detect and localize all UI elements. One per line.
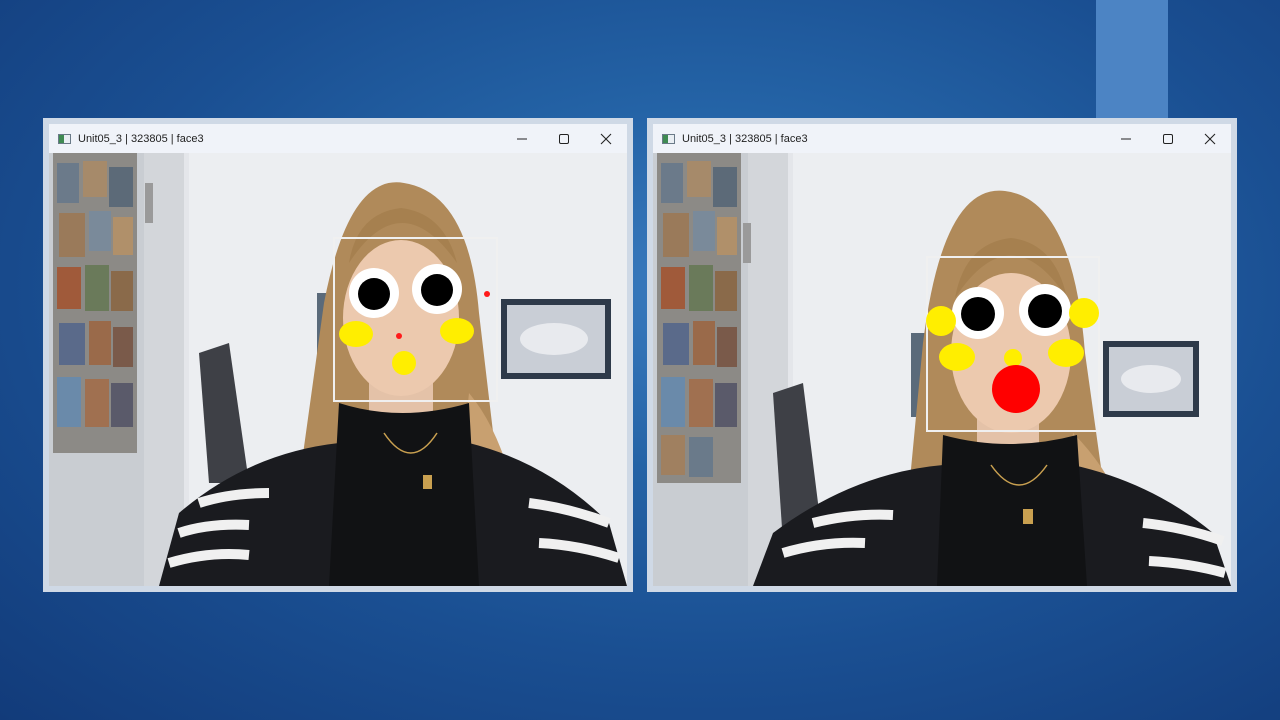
cheek-left — [939, 343, 975, 371]
camera-scene — [49, 153, 627, 586]
window-title: Unit05_3 | 323805 | face3 — [682, 132, 808, 145]
eye-right-pupil — [1028, 294, 1062, 328]
camera-feed — [49, 153, 627, 586]
close-icon — [600, 133, 612, 144]
maximize-button[interactable] — [543, 124, 585, 153]
camera-window-right: Unit05_3 | 323805 | face3 — [647, 118, 1237, 592]
eye-right-pupil — [421, 274, 453, 306]
camera-window-left: Unit05_3 | 323805 | face3 — [43, 118, 633, 592]
landmark-dot-center — [396, 333, 402, 339]
minimize-button[interactable] — [501, 124, 543, 153]
eye-left-pupil — [961, 297, 995, 331]
close-button[interactable] — [585, 124, 627, 153]
mouth-dot — [992, 365, 1040, 413]
minimize-button[interactable] — [1105, 124, 1147, 153]
camera-feed — [653, 153, 1231, 586]
cheek-left — [339, 321, 373, 347]
ear-left — [926, 306, 956, 336]
close-button[interactable] — [1189, 124, 1231, 153]
accent-bar — [1096, 0, 1168, 118]
app-icon — [662, 133, 675, 144]
nose-dot — [1004, 349, 1022, 367]
ear-right — [1069, 298, 1099, 328]
camera-scene — [653, 153, 1231, 586]
window-titlebar[interactable]: Unit05_3 | 323805 | face3 — [49, 124, 627, 153]
maximize-icon — [1163, 133, 1173, 144]
window-titlebar[interactable]: Unit05_3 | 323805 | face3 — [653, 124, 1231, 153]
eye-left-pupil — [358, 278, 390, 310]
app-icon — [58, 133, 71, 144]
maximize-button[interactable] — [1147, 124, 1189, 153]
landmark-dot-right — [484, 291, 490, 297]
cheek-right — [1048, 339, 1084, 367]
window-title: Unit05_3 | 323805 | face3 — [78, 132, 204, 145]
maximize-icon — [559, 133, 569, 144]
close-icon — [1204, 133, 1216, 144]
minimize-icon — [1121, 138, 1131, 139]
nose-dot — [392, 351, 416, 375]
cheek-right — [440, 318, 474, 344]
minimize-icon — [517, 138, 527, 139]
